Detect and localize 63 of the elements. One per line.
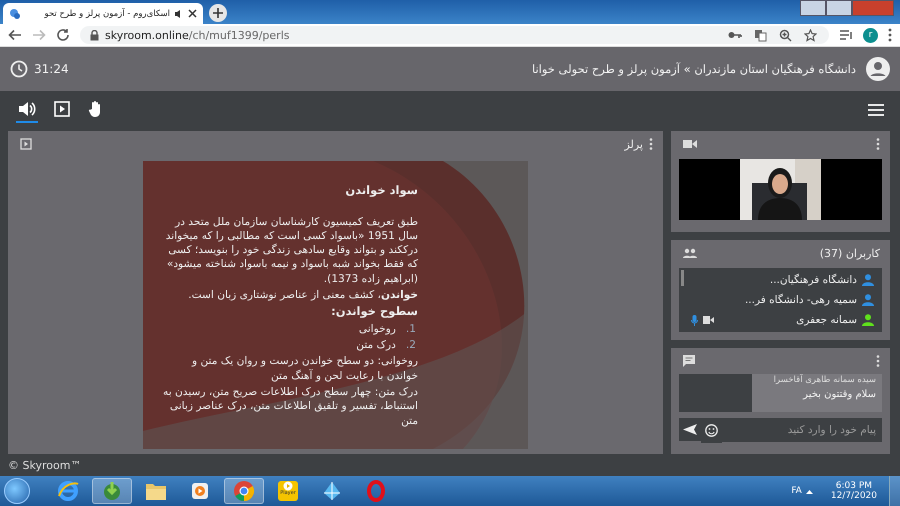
user-name: سمیه رهی- دانشگاه فر... (744, 294, 857, 306)
send-icon[interactable] (679, 418, 701, 441)
site-icon (9, 8, 21, 20)
camera-icon[interactable] (683, 139, 697, 149)
slide-paragraph: درک متن: چهار سطح درک اطلاعات صریح متن، رسیدن به استنباط، تفسیر و تلفیق اطلاعات متن، درک عناصر زبانی متن (162, 385, 418, 428)
message-text: سلام وقتتون بخیر (803, 389, 876, 400)
profile-avatar[interactable]: r (863, 28, 878, 42)
speaker-icon[interactable] (18, 101, 36, 117)
user-name: دانشگاه فرهنگیان... (770, 274, 857, 286)
copyright-text: © Skyroom™ (8, 458, 82, 472)
slide-paragraph: خواندن، کشف معنی از عناصر نوشتاری زبان است. (187, 288, 418, 302)
slide-paragraph: طبق تعریف کمیسیون کارشناسان سازمان ملل متحد در سال 1951 «باسواد کسی است که مطالبی را که میخواند درککند و بتواند وقایع سادهی زندگی خود را بنویسد؛ کسی که فقط بخواند شبه باسواد و نیمه باسواد شناخته میشود» (ابراهیم زاده 1373). (164, 214, 418, 286)
close-icon[interactable] (188, 9, 197, 18)
menu-icon[interactable] (868, 104, 884, 116)
slide-paragraph: روخوانی: دو سطح خواندن درست و روان یک متن و خواندن با رعایت لحن و آهنگ متن (190, 354, 418, 383)
more-icon[interactable] (876, 138, 880, 150)
slide-heading: سواد خواندن (344, 183, 418, 199)
panel-title: پرلز (624, 138, 643, 150)
media-icon[interactable] (839, 29, 853, 41)
list-number: 2. (406, 338, 416, 352)
start-button[interactable] (4, 478, 30, 504)
tab-title: اسکای‌روم - آزمون پرلز و طرح تحو (43, 8, 170, 18)
address-bar[interactable]: skyroom.online/ch/muf1399/perls (80, 26, 829, 44)
camera-icon[interactable] (703, 316, 714, 324)
star-icon[interactable] (804, 28, 817, 42)
zoom-icon[interactable] (779, 28, 792, 42)
more-icon[interactable] (876, 355, 880, 367)
slide-subheading: سطوح خواندن: (330, 304, 418, 320)
message-sender: سیده سمانه طاهری آقاخسرا (774, 375, 876, 385)
list-number: 1. (406, 322, 416, 336)
language-indicator[interactable]: FA (791, 486, 802, 496)
chrome-icon[interactable] (224, 478, 264, 504)
people-icon[interactable] (683, 248, 697, 258)
system-clock[interactable]: 6:03 PM 12/7/2020 (830, 481, 877, 501)
browser-tab[interactable]: اسکای‌روم - آزمون پرلز و طرح تحو (3, 3, 203, 24)
user-item[interactable]: سمیه رهی- دانشگاه فر... (691, 290, 874, 310)
panel-title: کاربران (37) (820, 246, 880, 260)
key-icon[interactable] (728, 30, 742, 40)
user-name: سمانه جعفری (796, 314, 857, 326)
message-input[interactable]: پیام خود را وارد کنید (722, 418, 882, 442)
account-icon[interactable] (866, 57, 890, 81)
breadcrumb: دانشگاه فرهنگیان استان مازندران » آزمون پرلز و طرح تحولی خوانا (532, 62, 856, 76)
plus-icon[interactable] (213, 8, 223, 18)
lock-icon (90, 30, 99, 40)
presentation-icon[interactable] (20, 138, 32, 150)
clock-icon (10, 60, 28, 78)
user-item[interactable]: دانشگاه فرهنگیان... (691, 270, 874, 290)
back-icon[interactable] (8, 28, 22, 42)
menu-icon[interactable] (888, 28, 892, 42)
chat-icon[interactable] (683, 355, 695, 367)
user-item[interactable]: سمانه جعفری (691, 310, 874, 330)
new-tab-button[interactable] (209, 4, 227, 22)
more-icon[interactable] (649, 138, 653, 150)
reload-icon[interactable] (56, 28, 70, 42)
play-icon[interactable] (54, 101, 70, 117)
window-controls[interactable] (800, 0, 894, 16)
list-item: درک متن (356, 338, 396, 352)
scrollbar[interactable] (681, 270, 684, 286)
session-timer: 31:24 (34, 62, 69, 76)
list-item: روخوانی (358, 322, 396, 336)
tray-arrow-icon[interactable] (806, 488, 813, 494)
translate-icon[interactable] (754, 28, 767, 42)
microphone-icon[interactable] (691, 314, 698, 326)
